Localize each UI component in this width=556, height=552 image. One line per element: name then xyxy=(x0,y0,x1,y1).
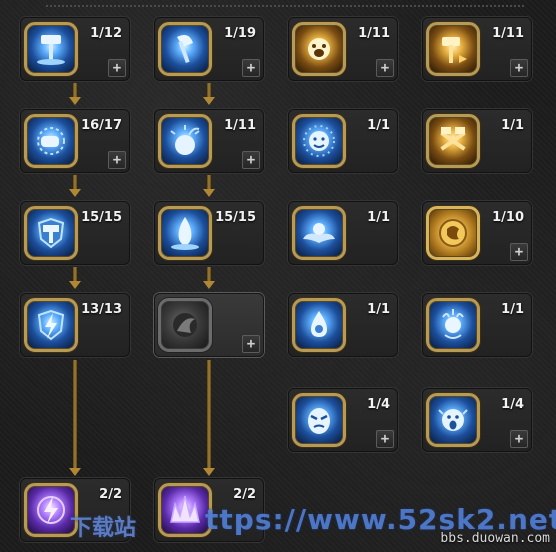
prereq-arrow xyxy=(69,468,81,476)
winged-spirit-icon[interactable] xyxy=(292,206,346,260)
prereq-link xyxy=(207,83,211,97)
level-up-button[interactable]: + xyxy=(376,59,394,77)
level-up-button[interactable]: + xyxy=(108,59,126,77)
fist-burst-icon[interactable] xyxy=(24,114,78,168)
prereq-arrow xyxy=(203,97,215,105)
shield-hammer-icon[interactable] xyxy=(24,206,78,260)
skill-slot[interactable]: 1/1 xyxy=(288,201,398,265)
prereq-arrow xyxy=(69,281,81,289)
locked-skill-icon[interactable] xyxy=(158,298,212,352)
screaming-face-icon[interactable] xyxy=(426,393,480,447)
skill-slot[interactable]: 15/15 xyxy=(20,201,130,265)
axe-icon[interactable] xyxy=(158,22,212,76)
skill-slot[interactable]: + xyxy=(154,293,264,357)
prereq-link xyxy=(73,175,77,189)
prereq-arrow xyxy=(203,281,215,289)
water-drop-icon[interactable] xyxy=(292,298,346,352)
skill-slot[interactable]: 1/1 xyxy=(288,109,398,173)
skill-slot[interactable]: 13/13 xyxy=(20,293,130,357)
roaring-face-icon[interactable] xyxy=(292,22,346,76)
crossed-hammers-icon[interactable] xyxy=(426,114,480,168)
prereq-link xyxy=(73,83,77,97)
skill-slot[interactable]: 1/4 + xyxy=(288,388,398,452)
skill-level: 1/19 xyxy=(224,26,256,41)
level-up-button[interactable]: + xyxy=(242,151,260,169)
prereq-link xyxy=(207,360,211,468)
skill-level: 15/15 xyxy=(81,210,122,225)
skill-slot[interactable]: 1/11 + xyxy=(154,109,264,173)
level-up-button[interactable]: + xyxy=(510,59,528,77)
skill-level: 1/10 xyxy=(492,210,524,225)
prereq-link xyxy=(73,267,77,281)
prereq-arrow xyxy=(203,189,215,197)
skill-level: 13/13 xyxy=(81,302,122,317)
skill-level: 1/1 xyxy=(367,302,390,317)
skill-slot[interactable]: 1/1 xyxy=(422,293,532,357)
level-up-button[interactable]: + xyxy=(510,243,528,261)
prereq-link xyxy=(73,360,77,468)
gold-medallion-icon[interactable] xyxy=(426,206,480,260)
skill-level: 1/12 xyxy=(90,26,122,41)
level-up-button[interactable]: + xyxy=(376,430,394,448)
skill-level: 2/2 xyxy=(233,487,256,502)
prereq-link xyxy=(207,175,211,189)
skill-level: 15/15 xyxy=(215,210,256,225)
watermark-left: 下载站 xyxy=(70,516,137,541)
skill-slot[interactable]: 1/11 + xyxy=(288,17,398,81)
skill-slot[interactable]: 1/4 + xyxy=(422,388,532,452)
level-up-button[interactable]: + xyxy=(242,335,260,353)
skill-slot[interactable]: 1/1 xyxy=(422,109,532,173)
skill-slot[interactable]: 1/11 + xyxy=(422,17,532,81)
crystal-crown-icon[interactable] xyxy=(158,483,212,537)
bomb-icon[interactable] xyxy=(158,114,212,168)
level-up-button[interactable]: + xyxy=(108,151,126,169)
skill-level: 1/1 xyxy=(367,210,390,225)
watermark-site: bbs.duowan.com xyxy=(440,531,550,546)
skill-level: 1/11 xyxy=(224,118,256,133)
skill-slot[interactable]: 1/1 xyxy=(288,293,398,357)
blue-flame-icon[interactable] xyxy=(158,206,212,260)
lightning-shield-icon[interactable] xyxy=(24,298,78,352)
angry-mask-icon[interactable] xyxy=(292,393,346,447)
skill-slot[interactable]: 15/15 xyxy=(154,201,264,265)
prereq-link xyxy=(207,267,211,281)
skill-level: 16/17 xyxy=(81,118,122,133)
skill-level: 1/11 xyxy=(358,26,390,41)
skill-level: 1/1 xyxy=(367,118,390,133)
hammer-slam-icon[interactable] xyxy=(24,22,78,76)
flame-spirit-icon[interactable] xyxy=(426,298,480,352)
skill-slot[interactable]: 1/10 + xyxy=(422,201,532,265)
skill-slot[interactable]: 1/19 + xyxy=(154,17,264,81)
level-up-button[interactable]: + xyxy=(510,430,528,448)
skill-level: 1/1 xyxy=(501,302,524,317)
sun-face-icon[interactable] xyxy=(292,114,346,168)
level-up-button[interactable]: + xyxy=(242,59,260,77)
hammer-strike-icon[interactable] xyxy=(426,22,480,76)
skill-slot[interactable]: 1/12 + xyxy=(20,17,130,81)
skill-level: 1/11 xyxy=(492,26,524,41)
prereq-arrow xyxy=(69,189,81,197)
skill-level: 1/4 xyxy=(501,397,524,412)
prereq-arrow xyxy=(203,468,215,476)
prereq-arrow xyxy=(69,97,81,105)
skill-level: 1/1 xyxy=(501,118,524,133)
skill-level: 2/2 xyxy=(99,487,122,502)
skill-level: 1/4 xyxy=(367,397,390,412)
skill-slot[interactable]: 16/17 + xyxy=(20,109,130,173)
top-divider xyxy=(46,5,524,7)
